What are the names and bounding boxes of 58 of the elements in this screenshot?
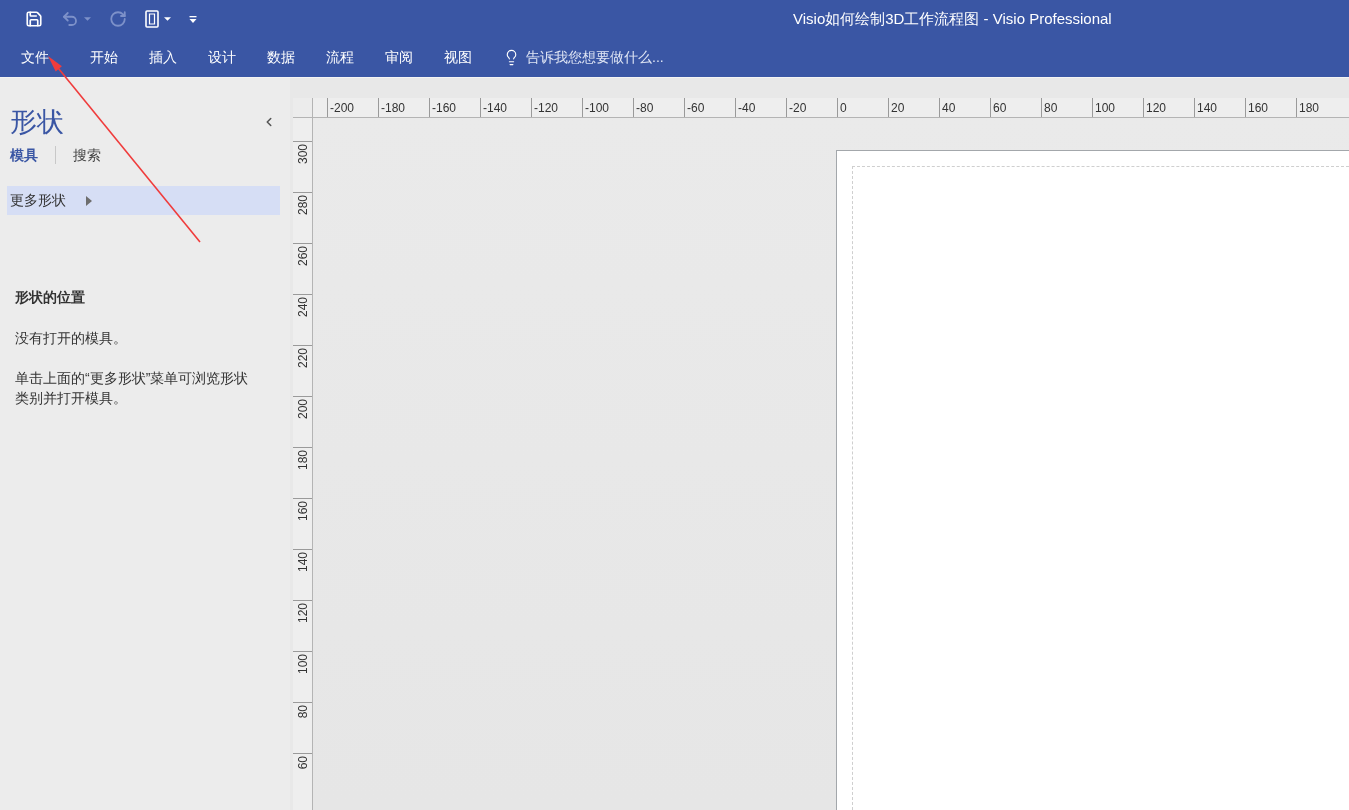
ruler-label: 60 xyxy=(295,756,310,770)
ruler-label: 280 xyxy=(295,195,310,216)
ruler-label: 160 xyxy=(1247,100,1269,115)
ribbon-tab[interactable]: 视图 xyxy=(434,42,482,73)
more-shapes-menu-item[interactable]: 更多形状 xyxy=(7,186,280,215)
ruler-label: -20 xyxy=(788,100,807,115)
ruler-label: -60 xyxy=(686,100,705,115)
ruler-label: 80 xyxy=(295,705,310,719)
tell-me-search-field[interactable]: 告诉我您想要做什么... xyxy=(526,47,691,68)
ruler-label: 220 xyxy=(295,348,310,369)
save-button[interactable] xyxy=(24,9,44,29)
ruler-label: 140 xyxy=(1196,100,1218,115)
info-text: 单击上面的“更多形状”菜单可浏览形状类别并打开模具。 xyxy=(15,369,250,408)
ruler-label: 140 xyxy=(295,552,310,573)
ruler-label: 240 xyxy=(295,297,310,318)
undo-arrow-icon xyxy=(61,10,79,28)
ruler-label: 80 xyxy=(1043,100,1058,115)
ruler-label: -120 xyxy=(533,100,559,115)
ruler-label: 200 xyxy=(295,399,310,420)
ruler-label: 100 xyxy=(295,654,310,675)
window-title: Visio如何绘制3D工作流程图 - Visio Professional xyxy=(793,8,1112,29)
ruler-label: 100 xyxy=(1094,100,1116,115)
ruler-label: 160 xyxy=(295,501,310,522)
ruler-label: -140 xyxy=(482,100,508,115)
section-heading: 形状的位置 xyxy=(14,288,86,307)
document-icon xyxy=(145,10,159,28)
info-text: 没有打开的模具。 xyxy=(15,329,128,348)
ribbon-tab[interactable]: 设计 xyxy=(198,42,246,73)
ruler-label: -80 xyxy=(635,100,654,115)
ribbon-tab[interactable]: 文件 xyxy=(11,42,59,73)
ribbon-tab[interactable]: 数据 xyxy=(257,42,305,73)
panel-tab[interactable]: 搜索 xyxy=(73,145,101,165)
ribbon-tab[interactable]: 插入 xyxy=(139,42,187,73)
ruler-label: -100 xyxy=(584,100,610,115)
new-document-button[interactable] xyxy=(144,9,172,29)
ribbon-tab[interactable]: 审阅 xyxy=(375,42,423,73)
ruler-label: 180 xyxy=(295,450,310,471)
ruler-label: -40 xyxy=(737,100,756,115)
dropdown-menu-icon xyxy=(189,15,197,23)
ruler-label: 180 xyxy=(1298,100,1320,115)
ruler-label: 120 xyxy=(295,603,310,624)
ruler-label: -200 xyxy=(329,100,355,115)
ruler-label: 120 xyxy=(1145,100,1167,115)
ruler-label: 20 xyxy=(890,100,905,115)
ribbon-tab[interactable]: 开始 xyxy=(80,42,128,73)
ruler-label: -180 xyxy=(380,100,406,115)
ruler-label: 260 xyxy=(295,246,310,267)
ruler-label: 60 xyxy=(992,100,1007,115)
ribbon-tab[interactable]: 流程 xyxy=(316,42,364,73)
ruler-label: 300 xyxy=(295,144,310,165)
caret-right-icon xyxy=(86,195,92,206)
panel-title: 形状 xyxy=(10,106,64,139)
ruler-label: 40 xyxy=(941,100,956,115)
ruler-label: -160 xyxy=(431,100,457,115)
customize-toolbar-button[interactable] xyxy=(188,14,198,24)
circular-arrow-icon xyxy=(109,10,127,28)
ruler-label: 0 xyxy=(839,100,847,115)
panel-tab[interactable]: 模具 xyxy=(10,145,38,165)
